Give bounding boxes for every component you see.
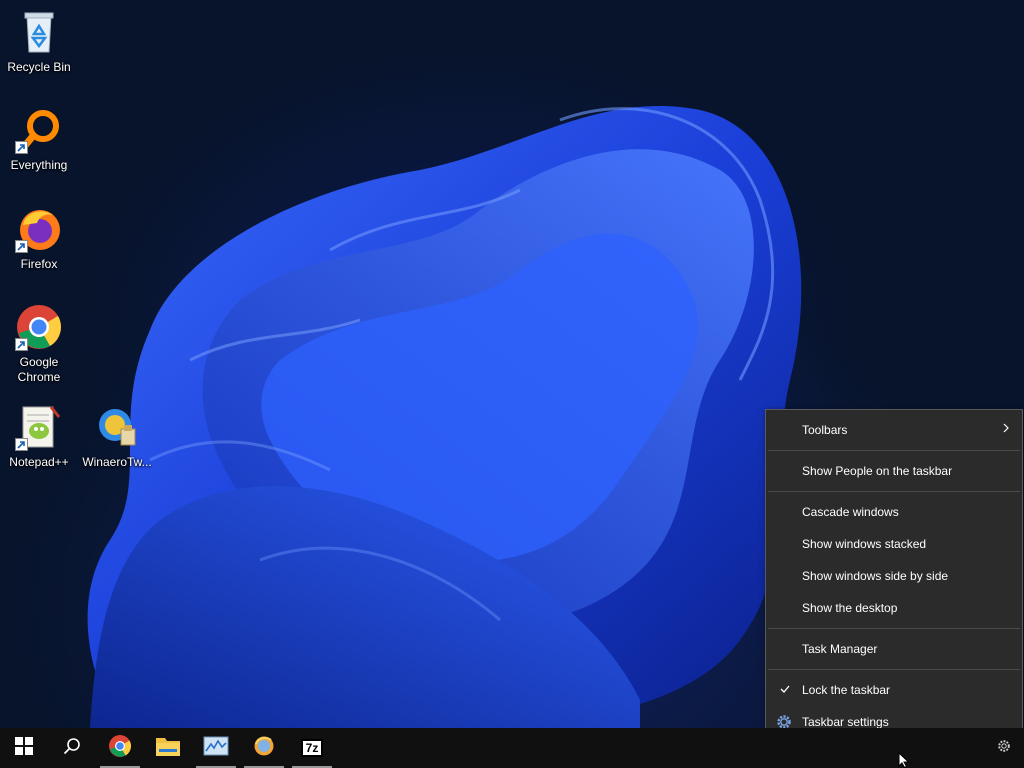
taskbar-context-menu: Toolbars Show People on the taskbar Casc… [765,409,1023,750]
desktop-icon-google-chrome[interactable]: Google Chrome [1,303,77,385]
taskbar-7zip-button[interactable]: 7z [288,728,336,768]
search-button[interactable] [48,728,96,768]
browser-icon [253,735,275,762]
menu-item-cascade-label: Cascade windows [802,505,899,519]
chrome-icon [15,303,63,351]
folder-icon [155,735,181,762]
shortcut-arrow-icon [15,338,28,351]
notepadpp-icon [15,403,63,451]
shortcut-arrow-icon [15,141,28,154]
desktop-icon-firefox[interactable]: Firefox [1,205,77,272]
google-chrome-label: Google Chrome [17,355,61,384]
shortcut-arrow-icon [15,240,28,253]
menu-item-side-by-side-label: Show windows side by side [802,569,949,583]
everything-icon [15,106,63,154]
desktop-icon-notepadpp[interactable]: Notepad++ [1,403,77,470]
search-icon [63,737,81,760]
gear-icon [997,739,1011,758]
menu-separator [768,628,1020,629]
windows-logo-icon [15,736,33,760]
recycle-bin-icon [15,8,63,56]
desktop-icon-recycle-bin[interactable]: Recycle Bin [1,8,77,75]
everything-label: Everything [10,158,68,172]
winaerotweaker-icon [93,403,141,451]
shortcut-arrow-icon [15,438,28,451]
checkmark-icon [780,683,790,697]
firefox-label: Firefox [20,257,58,271]
taskbar-file-explorer-button[interactable] [144,728,192,768]
menu-item-show-people-label: Show People on the taskbar [802,464,953,478]
chevron-right-icon [1002,422,1010,437]
taskbar-browser-button[interactable] [240,728,288,768]
taskbar[interactable]: 7z [0,728,1024,768]
tray-settings-button[interactable] [984,728,1024,768]
menu-separator [768,491,1020,492]
menu-item-stacked-label: Show windows stacked [802,537,927,551]
mouse-cursor-icon [898,751,910,768]
7zip-label: 7z [305,741,319,755]
chrome-icon [108,734,132,763]
notepadpp-label: Notepad++ [9,455,69,469]
menu-item-cascade[interactable]: Cascade windows [766,496,1022,528]
taskbar-chrome-button[interactable] [96,728,144,768]
menu-item-lock-taskbar-label: Lock the taskbar [802,683,891,697]
menu-item-stacked[interactable]: Show windows stacked [766,528,1022,560]
menu-item-task-manager-label: Task Manager [802,642,878,656]
firefox-icon [15,205,63,253]
menu-item-toolbars[interactable]: Toolbars [766,414,1022,446]
menu-item-lock-taskbar[interactable]: Lock the taskbar [766,674,1022,706]
7zip-icon: 7z [301,739,323,757]
menu-item-side-by-side[interactable]: Show windows side by side [766,560,1022,592]
start-button[interactable] [0,728,48,768]
desktop-icon-winaerotweaker[interactable]: WinaeroTw... [79,403,155,470]
menu-separator [768,669,1020,670]
menu-separator [768,450,1020,451]
menu-item-toolbars-label: Toolbars [802,423,848,437]
menu-item-show-desktop-label: Show the desktop [802,601,898,615]
menu-item-show-desktop[interactable]: Show the desktop [766,592,1022,624]
resource-monitor-icon [203,736,229,761]
menu-item-show-people[interactable]: Show People on the taskbar [766,455,1022,487]
menu-item-taskbar-settings-label: Taskbar settings [802,715,889,729]
taskbar-resource-monitor-button[interactable] [192,728,240,768]
recycle-bin-label: Recycle Bin [7,60,71,74]
desktop-icon-everything[interactable]: Everything [1,106,77,173]
winaerotweaker-label: WinaeroTw... [82,455,152,469]
menu-item-task-manager[interactable]: Task Manager [766,633,1022,665]
